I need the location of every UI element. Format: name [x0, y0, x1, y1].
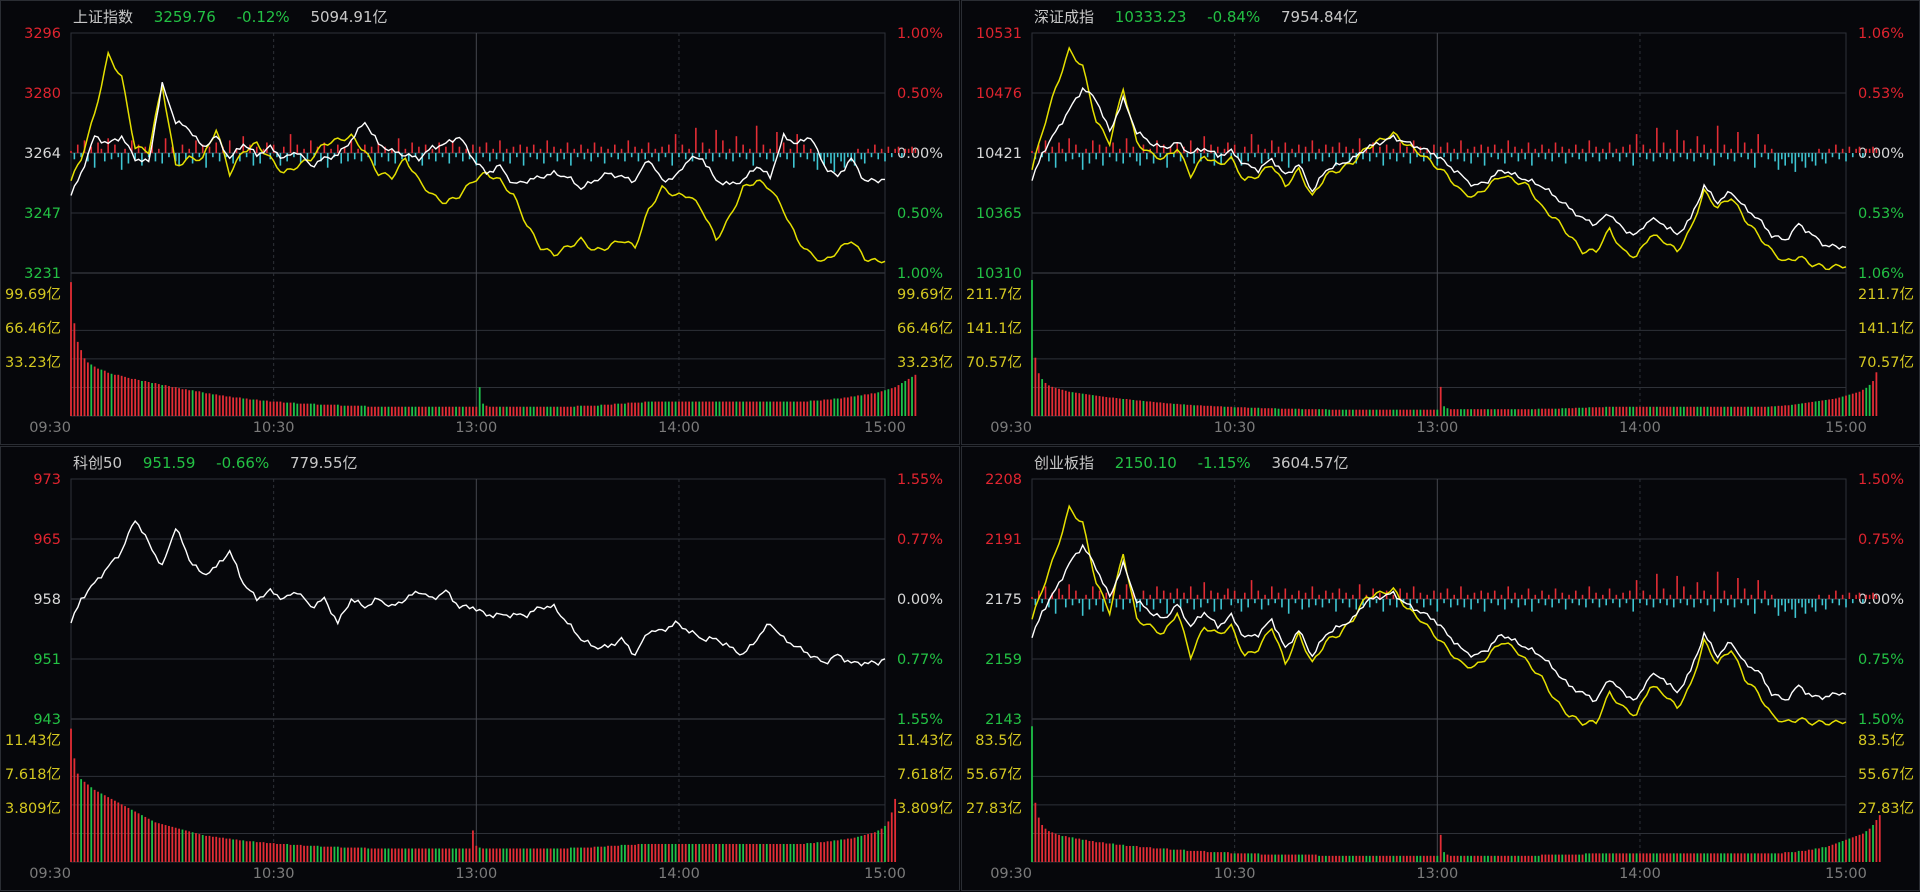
pct-tick-label: 0.75% — [1858, 532, 1904, 548]
y-tick-label: 3280 — [24, 86, 61, 102]
volume-tick-label: 70.57亿 — [966, 354, 1022, 371]
y-tick-label: 2208 — [985, 472, 1022, 488]
y-tick-label: 2191 — [985, 532, 1022, 548]
chart-svg[interactable]: 10531 10476 10421 10365 10310 1.06% 0.53% 0.00%… — [962, 1, 1920, 446]
volume-tick-label-right: 83.5亿 — [1858, 732, 1905, 749]
series-line-price — [1031, 543, 1847, 703]
pct-tick-label: 1.00% — [897, 26, 943, 42]
pct-tick-label: 1.50% — [1858, 472, 1904, 488]
y-tick-label: 943 — [33, 712, 61, 728]
volume-tick-label: 99.69亿 — [5, 286, 61, 303]
pct-tick-label: 0.53% — [1858, 86, 1904, 102]
x-tick-label: 09:30 — [990, 420, 1032, 436]
series-line-price — [70, 519, 886, 667]
volume-tick-label: 33.23亿 — [5, 354, 61, 371]
x-tick-label: 15:00 — [1825, 866, 1867, 882]
volume-tick-label-right: 141.1亿 — [1858, 320, 1914, 337]
y-tick-label: 973 — [33, 472, 61, 488]
y-tick-label: 10365 — [976, 206, 1022, 222]
x-tick-label: 09:30 — [29, 420, 71, 436]
x-tick-label: 10:30 — [253, 866, 295, 882]
pct-tick-label: 0.50% — [897, 206, 943, 222]
pct-tick-label: 0.00% — [1858, 146, 1904, 162]
x-tick-label: 10:30 — [1214, 866, 1256, 882]
x-tick-label: 14:00 — [1619, 420, 1661, 436]
volume-tick-label: 211.7亿 — [966, 286, 1022, 303]
volume-tick-label-right: 70.57亿 — [1858, 354, 1914, 371]
chart-panel-sh: 上证指数 3259.76 -0.12% 5094.91亿 3296 3280 326… — [0, 0, 960, 445]
y-tick-label: 951 — [33, 652, 61, 668]
chart-svg[interactable]: 2208 2191 2175 2159 2143 1.50% 0.75% 0.00% 0.75%… — [962, 447, 1920, 892]
y-tick-label: 3296 — [24, 26, 61, 42]
pct-tick-label: 0.75% — [1858, 652, 1904, 668]
y-tick-label: 10531 — [976, 26, 1022, 42]
pct-tick-label: 1.06% — [1858, 26, 1904, 42]
x-tick-label: 10:30 — [1214, 420, 1256, 436]
pct-tick-label: 0.77% — [897, 532, 943, 548]
volume-tick-label-right: 7.618亿 — [897, 766, 953, 783]
y-tick-label: 3247 — [24, 206, 61, 222]
x-tick-label: 13:00 — [455, 420, 497, 436]
pct-tick-label: 1.55% — [897, 472, 943, 488]
x-tick-label: 14:00 — [1619, 866, 1661, 882]
x-tick-label: 10:30 — [253, 420, 295, 436]
pct-tick-label: 0.50% — [897, 86, 943, 102]
volume-tick-label-right: 55.67亿 — [1858, 766, 1914, 783]
volume-tick-label-right: 33.23亿 — [897, 354, 953, 371]
x-tick-label: 15:00 — [864, 420, 906, 436]
pct-tick-label: 1.55% — [897, 712, 943, 728]
y-tick-label: 2143 — [985, 712, 1022, 728]
x-tick-label: 09:30 — [990, 866, 1032, 882]
y-tick-label: 2175 — [985, 592, 1022, 608]
pct-tick-label: 1.00% — [897, 266, 943, 282]
pct-tick-label: 0.53% — [1858, 206, 1904, 222]
y-tick-label: 3231 — [24, 266, 61, 282]
volume-tick-label: 27.83亿 — [966, 800, 1022, 817]
pct-tick-label: 1.50% — [1858, 712, 1904, 728]
volume-tick-label-right: 211.7亿 — [1858, 286, 1914, 303]
volume-tick-label: 83.5亿 — [975, 732, 1022, 749]
x-tick-label: 15:00 — [1825, 420, 1867, 436]
y-tick-label: 2159 — [985, 652, 1022, 668]
volume-tick-label: 3.809亿 — [5, 800, 61, 817]
volume-tick-label: 66.46亿 — [5, 320, 61, 337]
x-tick-label: 13:00 — [455, 866, 497, 882]
volume-tick-label-right: 66.46亿 — [897, 320, 953, 337]
y-tick-label: 10310 — [976, 266, 1022, 282]
pct-tick-label: 0.77% — [897, 652, 943, 668]
volume-tick-label-right: 11.43亿 — [897, 732, 953, 749]
pct-tick-label: 0.00% — [1858, 592, 1904, 608]
y-tick-label: 10476 — [976, 86, 1022, 102]
volume-tick-label: 7.618亿 — [5, 766, 61, 783]
y-tick-label: 965 — [33, 532, 61, 548]
x-tick-label: 09:30 — [29, 866, 71, 882]
series-line-avg — [70, 50, 886, 264]
x-tick-label: 15:00 — [864, 866, 906, 882]
volume-tick-label-right: 27.83亿 — [1858, 800, 1914, 817]
volume-tick-label: 141.1亿 — [966, 320, 1022, 337]
chart-svg[interactable]: 3296 3280 3264 3247 3231 1.00% 0.50% 0.00% 0.50%… — [1, 1, 961, 446]
pct-tick-label: 0.00% — [897, 592, 943, 608]
x-tick-label: 13:00 — [1416, 420, 1458, 436]
chart-svg[interactable]: 973 965 958 951 943 1.55% 0.77% 0.00% 0.77% 1.55%… — [1, 447, 961, 892]
chart-panel-chinext: 创业板指 2150.10 -1.15% 3604.57亿 2208 2191 217… — [961, 446, 1920, 891]
volume-tick-label-right: 99.69亿 — [897, 286, 953, 303]
y-tick-label: 10421 — [976, 146, 1022, 162]
x-tick-label: 13:00 — [1416, 866, 1458, 882]
y-tick-label: 3264 — [24, 146, 61, 162]
pct-tick-label: 0.00% — [897, 146, 943, 162]
x-tick-label: 14:00 — [658, 420, 700, 436]
y-tick-label: 958 — [33, 592, 61, 608]
chart-panel-sz: 深证成指 10333.23 -0.84% 7954.84亿 10531 10476… — [961, 0, 1920, 445]
volume-tick-label-right: 3.809亿 — [897, 800, 953, 817]
volume-tick-label: 55.67亿 — [966, 766, 1022, 783]
x-tick-label: 14:00 — [658, 866, 700, 882]
volume-tick-label: 11.43亿 — [5, 732, 61, 749]
chart-panel-star50: 科创50 951.59 -0.66% 779.55亿 973 965 958 951 9… — [0, 446, 960, 891]
pct-tick-label: 1.06% — [1858, 266, 1904, 282]
